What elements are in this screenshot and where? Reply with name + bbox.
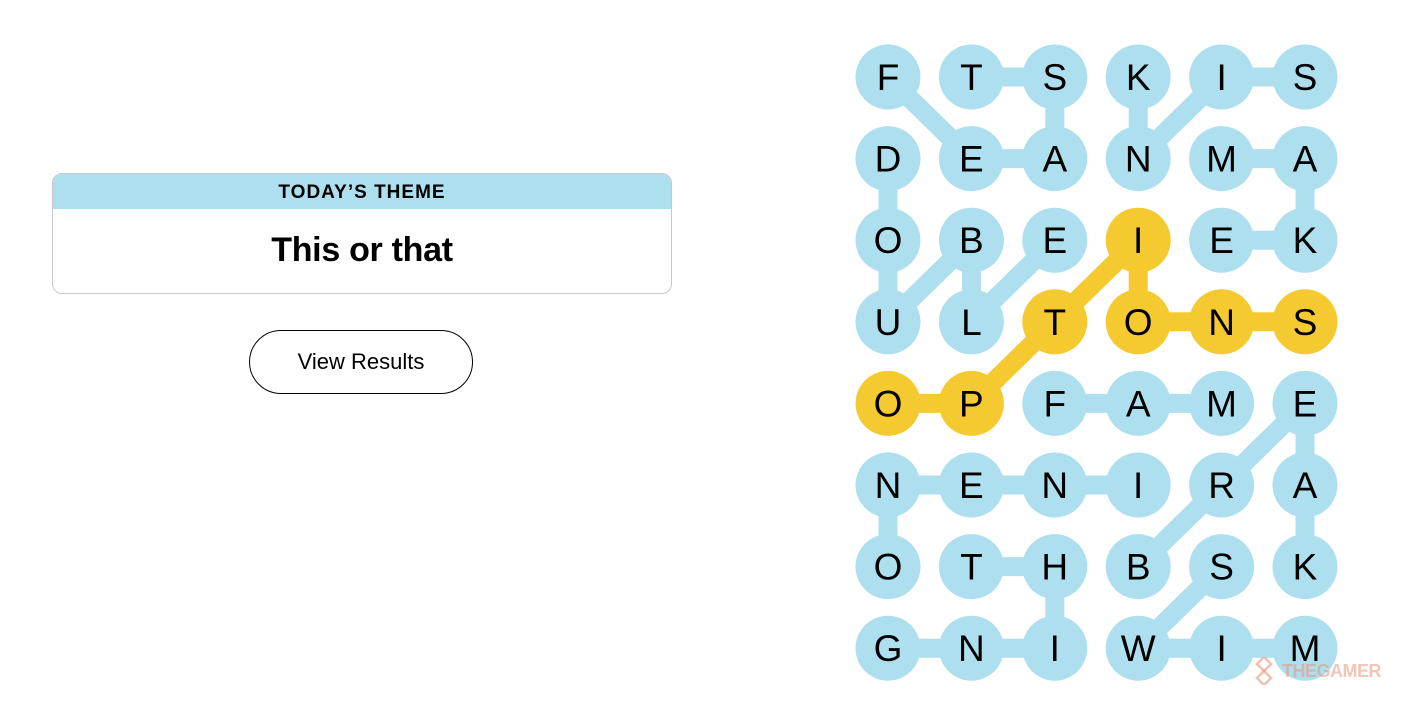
tile-letter: H [1041, 547, 1068, 588]
letter-tile[interactable]: E [1272, 370, 1338, 436]
tile-letter: I [1050, 628, 1060, 669]
tile-letter: I [1216, 57, 1226, 98]
tile-letter: S [1293, 302, 1318, 343]
tile-letter: B [1126, 547, 1151, 588]
tile-letter: F [877, 57, 900, 98]
letter-board: F T S K I SD E A N M AO B E I E KU L T O N SO P F A M EN E N I R AO T H B… [855, 44, 1338, 681]
letter-tile[interactable]: U [855, 289, 921, 355]
tile-letter: T [1043, 302, 1066, 343]
tile-letter: I [1133, 465, 1143, 506]
letter-tile[interactable]: S [1272, 44, 1338, 110]
tile-letter: N [1208, 302, 1235, 343]
tile-letter: L [961, 302, 982, 343]
watermark: THEGAMER [1250, 656, 1382, 686]
tile-letter: A [1042, 139, 1067, 180]
tile-letter: I [1216, 628, 1226, 669]
letter-tile[interactable]: I [1022, 615, 1088, 681]
letter-tiles: F T S K I SD E A N M AO B E I E KU L T O N SO P F A M EN E N I R AO T H B… [855, 44, 1338, 681]
letter-tile[interactable]: A [1272, 126, 1338, 192]
tile-letter: K [1293, 547, 1318, 588]
letter-tile[interactable]: T [938, 44, 1004, 110]
tile-letter: O [874, 547, 903, 588]
letter-tile[interactable]: O [855, 370, 921, 436]
tile-letter: G [874, 628, 903, 669]
letter-tile[interactable]: I [1105, 207, 1171, 273]
letter-tile[interactable]: S [1022, 44, 1088, 110]
letter-tile[interactable]: M [1189, 126, 1255, 192]
letter-tile[interactable]: K [1272, 534, 1338, 600]
tile-letter: F [1043, 383, 1066, 424]
tile-letter: E [959, 465, 984, 506]
letter-tile[interactable]: E [1189, 207, 1255, 273]
letter-tile[interactable]: F [1022, 370, 1088, 436]
tile-letter: B [959, 220, 984, 261]
letter-tile[interactable]: O [855, 534, 921, 600]
tile-letter: S [1293, 57, 1318, 98]
letter-tile[interactable]: W [1105, 615, 1171, 681]
letter-tile[interactable]: M [1189, 370, 1255, 436]
letter-tile[interactable]: N [1105, 126, 1171, 192]
letter-tile[interactable]: A [1272, 452, 1338, 518]
thegamer-logo-icon [1255, 657, 1273, 685]
letter-tile[interactable]: O [1105, 289, 1171, 355]
letter-tile[interactable]: T [1022, 289, 1088, 355]
letter-tile[interactable]: N [1022, 452, 1088, 518]
letter-tile[interactable]: S [1189, 534, 1255, 600]
tile-letter: K [1126, 57, 1151, 98]
tile-letter: K [1293, 220, 1318, 261]
letter-tile[interactable]: K [1105, 44, 1171, 110]
tile-letter: N [1041, 465, 1068, 506]
letter-tile[interactable]: S [1272, 289, 1338, 355]
letter-tile[interactable]: N [1189, 289, 1255, 355]
tile-letter: A [1126, 383, 1151, 424]
letter-tile[interactable]: E [938, 452, 1004, 518]
tile-letter: S [1209, 547, 1234, 588]
tile-letter: N [1125, 139, 1152, 180]
letter-tile[interactable]: E [1022, 207, 1088, 273]
letter-tile[interactable]: T [938, 534, 1004, 600]
letter-tile[interactable]: E [938, 126, 1004, 192]
tile-letter: T [960, 57, 983, 98]
letter-tile[interactable]: I [1189, 44, 1255, 110]
tile-letter: D [875, 139, 902, 180]
tile-letter: P [959, 383, 984, 424]
letter-tile[interactable]: B [1105, 534, 1171, 600]
tile-letter: N [958, 628, 985, 669]
tile-letter: I [1133, 220, 1143, 261]
letter-tile[interactable]: R [1189, 452, 1255, 518]
tile-letter: S [1042, 57, 1067, 98]
letter-tile[interactable]: G [855, 615, 921, 681]
letter-tile[interactable]: I [1189, 615, 1255, 681]
letter-tile[interactable]: P [938, 370, 1004, 436]
letter-tile[interactable]: A [1105, 370, 1171, 436]
tile-letter: E [1042, 220, 1067, 261]
letter-tile[interactable]: D [855, 126, 921, 192]
tile-letter: O [1124, 302, 1153, 343]
tile-letter: E [959, 139, 984, 180]
letter-tile[interactable]: F [855, 44, 921, 110]
tile-letter: A [1293, 465, 1318, 506]
watermark-text: THEGAMER [1282, 660, 1382, 681]
letter-tile[interactable]: B [938, 207, 1004, 273]
tile-letter: M [1206, 139, 1237, 180]
tile-letter: O [874, 383, 903, 424]
letter-tile[interactable]: L [938, 289, 1004, 355]
tile-letter: E [1293, 383, 1318, 424]
tile-letter: A [1293, 139, 1318, 180]
tile-letter: U [875, 302, 902, 343]
letter-tile[interactable]: I [1105, 452, 1171, 518]
tile-letter: O [874, 220, 903, 261]
tile-letter: M [1206, 383, 1237, 424]
letter-tile[interactable]: H [1022, 534, 1088, 600]
tile-letter: W [1121, 628, 1156, 669]
letter-tile[interactable]: N [938, 615, 1004, 681]
tile-letter: T [960, 547, 983, 588]
letter-tile[interactable]: A [1022, 126, 1088, 192]
tile-letter: R [1208, 465, 1235, 506]
letter-tile[interactable]: O [855, 207, 921, 273]
tile-letter: E [1209, 220, 1234, 261]
letter-tile[interactable]: N [855, 452, 921, 518]
letter-tile[interactable]: K [1272, 207, 1338, 273]
tile-letter: N [875, 465, 902, 506]
